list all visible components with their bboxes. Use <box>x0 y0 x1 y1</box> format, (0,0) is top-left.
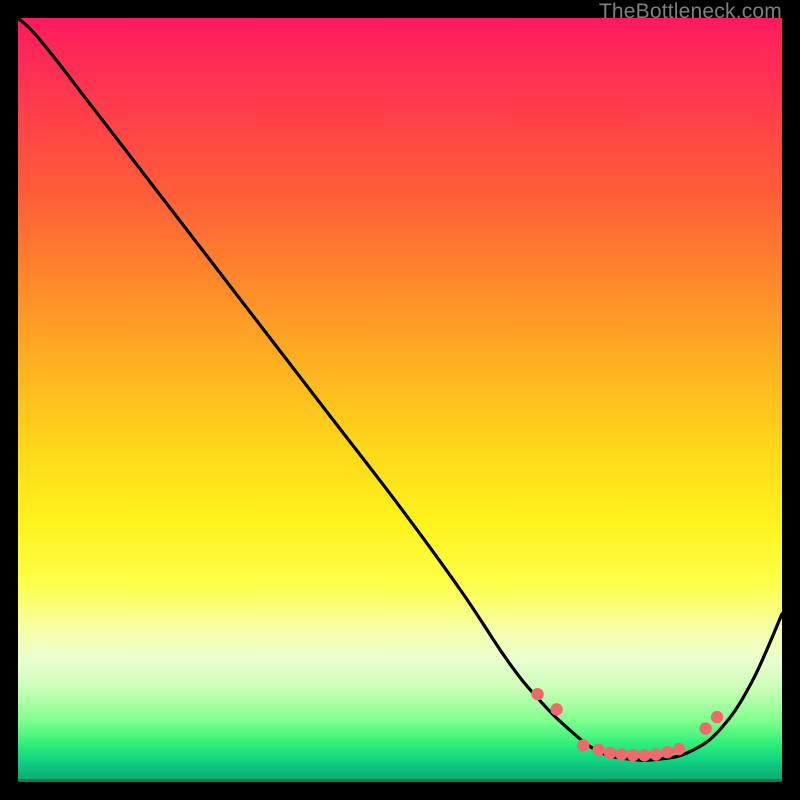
marker-dot <box>673 743 685 755</box>
curve-svg <box>18 18 782 782</box>
chart-frame: TheBottleneck.com <box>0 0 800 800</box>
bottleneck-curve <box>18 18 782 760</box>
marker-dot <box>638 749 650 761</box>
plot-area <box>18 18 782 782</box>
marker-dot <box>711 711 723 723</box>
marker-dot <box>531 688 543 700</box>
marker-dot <box>592 744 604 756</box>
marker-dot <box>550 703 562 715</box>
marker-dot <box>699 722 711 734</box>
marker-dot <box>650 748 662 760</box>
marker-dot <box>577 739 589 751</box>
marker-dot <box>627 749 639 761</box>
marker-dot <box>604 747 616 759</box>
marker-dot <box>661 746 673 758</box>
marker-dot <box>615 748 627 760</box>
